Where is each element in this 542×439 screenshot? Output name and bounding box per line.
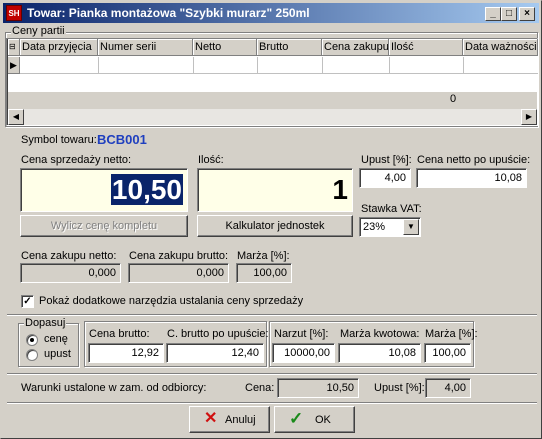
ok-icon: ✓ <box>289 409 304 428</box>
app-icon: SH <box>6 5 22 21</box>
net-after-discount-label: Cena netto po upuście: <box>417 154 531 166</box>
quantity-input[interactable]: 1 <box>197 168 353 212</box>
col-received-date[interactable]: Data przyjęcia <box>20 39 98 56</box>
margin-pct-label: Marża [%]: <box>425 328 478 340</box>
net-after-discount-input[interactable]: 10,08 <box>416 168 527 188</box>
gross-after-discount-label: C. brutto po upuście: <box>167 328 269 340</box>
scroll-right-icon[interactable]: ▶ <box>521 109 537 125</box>
extra-tools-label[interactable]: Pokaż dodatkowe narzędzia ustalania ceny… <box>39 295 303 307</box>
col-purchase-price[interactable]: Cena zakupu <box>322 39 389 56</box>
divider <box>7 373 537 375</box>
markup-input[interactable]: 10000,00 <box>272 343 335 363</box>
gross-price-label: Cena brutto: <box>89 328 150 340</box>
batch-prices-label: Ceny partii <box>11 25 66 37</box>
symbol-label: Symbol towaru: <box>21 134 97 146</box>
adjust-discount-radio[interactable] <box>26 349 38 361</box>
terms-discount-input[interactable]: 4,00 <box>425 378 471 398</box>
terms-price-input[interactable]: 10,50 <box>277 378 359 398</box>
divider <box>7 314 537 316</box>
row-divider <box>257 57 258 74</box>
chevron-down-icon[interactable]: ▼ <box>403 219 419 235</box>
margin-amount-label: Marża kwotowa: <box>340 328 420 340</box>
terms-discount-label: Upust [%]: <box>374 382 425 394</box>
adjust-discount-label[interactable]: upust <box>44 348 71 360</box>
extra-tools-checkbox[interactable]: ✓ <box>21 295 34 308</box>
quantity-label: Ilość: <box>198 154 224 166</box>
vat-select[interactable]: 23% ▼ <box>359 217 421 237</box>
horizontal-scrollbar[interactable] <box>8 109 537 125</box>
margin-amount-input[interactable]: 10,08 <box>338 343 421 363</box>
purchase-gross-label: Cena zakupu brutto: <box>129 250 229 262</box>
quantity-total: 0 <box>450 93 457 105</box>
customer-terms-label: Warunki ustalone w zam. od odbiorcy: <box>21 382 207 394</box>
window-title: Towar: Pianka montażowa "Szybki murarz" … <box>27 6 310 20</box>
maximize-button[interactable]: □ <box>501 7 517 21</box>
net-price-label: Cena sprzedaży netto: <box>21 154 132 166</box>
grid-footer <box>8 92 537 108</box>
markup-label: Narzut [%]: <box>274 328 329 340</box>
grid-corner-icon[interactable]: ⊟ <box>8 39 20 56</box>
gross-after-discount-input[interactable]: 12,40 <box>166 343 264 363</box>
discount-input[interactable]: 4,00 <box>359 168 411 188</box>
purchase-gross-input[interactable]: 0,000 <box>128 263 229 283</box>
col-gross[interactable]: Brutto <box>257 39 322 56</box>
cancel-label: Anuluj <box>225 414 256 426</box>
title-bar[interactable]: SH Towar: Pianka montażowa "Szybki murar… <box>3 3 539 23</box>
row-divider <box>193 57 194 74</box>
adjust-price-label[interactable]: cenę <box>44 333 68 345</box>
row-divider <box>389 57 390 74</box>
vat-label: Stawka VAT: <box>361 203 422 215</box>
calc-set-price-button[interactable]: Wylicz cenę kompletu <box>20 215 188 237</box>
row-divider <box>322 57 323 74</box>
col-net[interactable]: Netto <box>193 39 257 56</box>
discount-label-text: Upust [%]: <box>361 154 412 166</box>
close-button[interactable]: × <box>519 7 535 21</box>
gross-price-input[interactable]: 12,92 <box>88 343 164 363</box>
col-quantity[interactable]: Ilość <box>389 39 463 56</box>
scroll-left-icon[interactable]: ◀ <box>8 109 24 125</box>
net-price-input[interactable]: 10,50 <box>20 168 188 212</box>
ok-label: OK <box>315 414 331 426</box>
ok-button[interactable]: ✓ OK <box>274 406 355 433</box>
symbol-value: BCB001 <box>97 132 147 147</box>
margin-label: Marża [%]: <box>237 250 290 262</box>
cancel-icon: ✕ <box>204 410 218 427</box>
cancel-button[interactable]: ✕ Anuluj <box>189 406 270 433</box>
adjust-price-radio[interactable] <box>26 334 38 346</box>
adjust-group <box>18 323 79 367</box>
current-row-indicator-icon: ▶ <box>8 57 20 74</box>
margin-input[interactable]: 100,00 <box>236 263 292 283</box>
purchase-net-input[interactable]: 0,000 <box>20 263 121 283</box>
divider <box>7 402 537 404</box>
col-expiry-date[interactable]: Data ważności <box>463 39 538 56</box>
row-divider <box>98 57 99 74</box>
batch-grid[interactable]: ⊟ Data przyjęcia Numer serii Netto Brutt… <box>6 38 538 126</box>
col-serial-number[interactable]: Numer serii <box>98 39 193 56</box>
margin-pct-input[interactable]: 100,00 <box>424 343 471 363</box>
minimize-button[interactable]: _ <box>485 7 501 21</box>
adjust-group-label: Dopasuj <box>24 317 67 329</box>
unit-calculator-button[interactable]: Kalkulator jednostek <box>197 215 353 237</box>
row-divider <box>463 57 464 74</box>
discount-label: Upust [%]: <box>361 154 412 166</box>
terms-price-label: Cena: <box>245 382 275 394</box>
vat-value: 23% <box>363 221 386 233</box>
purchase-net-label: Cena zakupu netto: <box>21 250 117 262</box>
net-price-value: 10,50 <box>110 174 183 205</box>
product-window: SH Towar: Pianka montażowa "Szybki murar… <box>0 0 542 439</box>
